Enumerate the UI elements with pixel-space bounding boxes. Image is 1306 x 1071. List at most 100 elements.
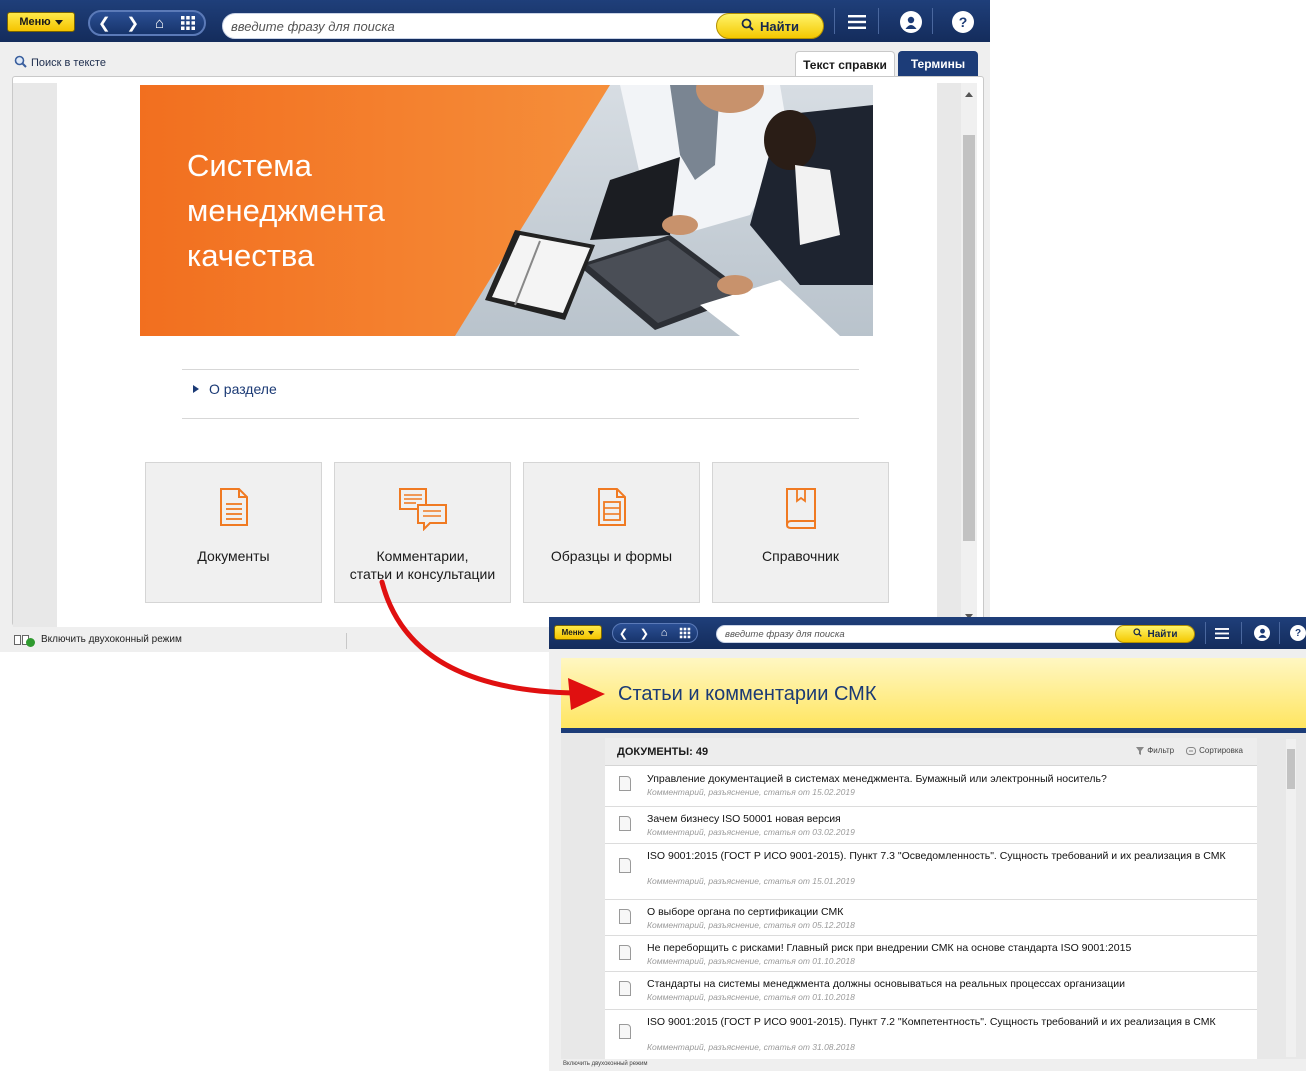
- list-tools: Фильтр Сортировка: [1136, 746, 1243, 755]
- dual-window-toggle[interactable]: Включить двухоконный режим: [14, 634, 182, 647]
- list-menu-icon[interactable]: [843, 10, 871, 34]
- search-input[interactable]: [725, 628, 1155, 640]
- home-icon[interactable]: ⌂: [155, 15, 164, 32]
- toolbar-divider: [878, 8, 879, 34]
- sort-icon: [1186, 746, 1197, 755]
- find-button[interactable]: Найти: [1115, 625, 1195, 643]
- card-reference[interactable]: Справочник: [712, 462, 889, 603]
- document-title[interactable]: Управление документацией в системах мене…: [647, 773, 1237, 785]
- user-icon[interactable]: [1251, 624, 1273, 642]
- card-documents[interactable]: Документы: [145, 462, 322, 603]
- dual-window-icon: [14, 634, 35, 647]
- dual-window-label[interactable]: Включить двухоконный режим: [563, 1061, 648, 1067]
- document-row[interactable]: Стандарты на системы менеджмента должны …: [605, 972, 1257, 1010]
- scroll-up-icon[interactable]: [965, 92, 973, 97]
- divider: [182, 418, 859, 419]
- banner-title: Система менеджмента качества: [187, 143, 487, 278]
- toolbar-divider: [1279, 622, 1280, 644]
- magnifier-icon: [1132, 628, 1142, 640]
- red-arrow-annotation: [379, 579, 605, 710]
- page-column: Система менеджмента качества О разделе Д…: [57, 83, 937, 627]
- filter-button[interactable]: Фильтр: [1136, 746, 1174, 755]
- card-label: Справочник: [762, 548, 839, 564]
- back-arrow-icon[interactable]: ❮: [98, 14, 111, 32]
- help-icon[interactable]: ?: [1289, 624, 1306, 642]
- comments-icon: [398, 487, 448, 536]
- toolbar-divider: [932, 8, 933, 34]
- tab-terms[interactable]: Термины: [898, 51, 978, 77]
- scrollbar-thumb[interactable]: [1287, 749, 1295, 789]
- grid-icon[interactable]: [180, 15, 196, 31]
- document-meta: Комментарий, разъяснение, статья от 15.0…: [647, 787, 855, 797]
- content-panel: Система менеджмента качества О разделе Д…: [12, 76, 984, 627]
- vertical-scrollbar[interactable]: [961, 83, 977, 623]
- menu-label: Меню: [19, 16, 51, 28]
- document-title[interactable]: Стандарты на системы менеджмента должны …: [647, 978, 1237, 990]
- grid-icon[interactable]: [679, 627, 691, 639]
- document-title[interactable]: ISO 9001:2015 (ГОСТ Р ИСО 9001-2015). Пу…: [647, 850, 1237, 862]
- document-row[interactable]: О выборе органа по сертификации СМК Комм…: [605, 900, 1257, 936]
- document-row[interactable]: Зачем бизнесу ISO 50001 новая версия Ком…: [605, 807, 1257, 844]
- chevron-down-icon: [54, 19, 63, 25]
- document-icon: [619, 816, 631, 831]
- search-field[interactable]: [716, 625, 1156, 643]
- status-bar: Включить двухоконный режим: [549, 1059, 1306, 1071]
- document-title[interactable]: Зачем бизнесу ISO 50001 новая версия: [647, 813, 1237, 825]
- text-search-label: Поиск в тексте: [31, 57, 106, 69]
- sort-label: Сортировка: [1199, 746, 1243, 755]
- document-title[interactable]: ISO 9001:2015 (ГОСТ Р ИСО 9001-2015). Пу…: [647, 1016, 1237, 1028]
- scrollbar-thumb[interactable]: [963, 135, 975, 541]
- navigation-group: ❮ ❯ ⌂: [612, 623, 698, 643]
- banner-title-line: Система: [187, 148, 312, 183]
- document-row[interactable]: ISO 9001:2015 (ГОСТ Р ИСО 9001-2015). Пу…: [605, 844, 1257, 900]
- document-row[interactable]: Управление документацией в системах мене…: [605, 767, 1257, 807]
- forms-icon: [597, 487, 627, 532]
- document-meta: Комментарий, разъяснение, статья от 31.0…: [647, 1042, 855, 1052]
- document-icon: [619, 776, 631, 791]
- help-icon[interactable]: ?: [950, 11, 976, 33]
- document-icon: [619, 945, 631, 960]
- status-divider: [346, 633, 347, 649]
- document-row[interactable]: ISO 9001:2015 (ГОСТ Р ИСО 9001-2015). Пу…: [605, 1010, 1257, 1059]
- top-toolbar: Меню ❮ ❯ ⌂ Найти ?: [0, 0, 990, 42]
- left-gutter: [13, 83, 57, 627]
- expand-triangle-icon: [193, 385, 199, 393]
- back-arrow-icon[interactable]: ❮: [619, 627, 628, 640]
- find-button[interactable]: Найти: [716, 13, 824, 39]
- main-window: Меню ❮ ❯ ⌂ Найти ?: [0, 0, 990, 652]
- forward-arrow-icon[interactable]: ❯: [640, 627, 649, 640]
- text-search-link[interactable]: Поиск в тексте: [14, 55, 106, 71]
- document-meta: Комментарий, разъяснение, статья от 01.1…: [647, 992, 855, 1002]
- book-icon: [784, 487, 818, 534]
- menu-button[interactable]: Меню: [7, 12, 75, 32]
- banner-title-line: качества: [187, 238, 315, 273]
- document-meta: Комментарий, разъяснение, статья от 15.0…: [647, 876, 855, 886]
- filter-label: Фильтр: [1147, 746, 1175, 755]
- forward-arrow-icon[interactable]: ❯: [126, 14, 139, 32]
- find-label: Найти: [1147, 628, 1178, 640]
- dual-window-label: Включить двухоконный режим: [41, 634, 182, 645]
- sub-toolbar: Поиск в тексте Текст справки Термины: [0, 42, 990, 77]
- documents-panel: ДОКУМЕНТЫ: 49 Фильтр Сортировка Управлен…: [561, 733, 1306, 1059]
- documents-count: ДОКУМЕНТЫ: 49: [617, 746, 709, 758]
- user-icon[interactable]: [898, 11, 924, 33]
- section-banner: Система менеджмента качества: [140, 85, 873, 336]
- document-title[interactable]: О выборе органа по сертификации СМК: [647, 906, 1237, 918]
- banner-title-line: менеджмента: [187, 193, 385, 228]
- list-menu-icon[interactable]: [1211, 624, 1233, 642]
- vertical-scrollbar[interactable]: [1286, 739, 1296, 1057]
- magnifier-icon: [14, 55, 27, 71]
- find-label: Найти: [760, 18, 799, 34]
- document-row[interactable]: Не переборщить с рисками! Главный риск п…: [605, 936, 1257, 972]
- documents-list: ДОКУМЕНТЫ: 49 Фильтр Сортировка Управлен…: [605, 738, 1257, 1059]
- sort-button[interactable]: Сортировка: [1186, 746, 1243, 755]
- documents-list-header: ДОКУМЕНТЫ: 49 Фильтр Сортировка: [605, 738, 1257, 766]
- document-icon: [619, 858, 631, 873]
- document-meta: Комментарий, разъяснение, статья от 03.0…: [647, 827, 855, 837]
- tab-help-text[interactable]: Текст справки: [795, 51, 895, 77]
- magnifier-icon: [741, 18, 754, 34]
- about-section-link[interactable]: О разделе: [193, 381, 277, 397]
- home-icon[interactable]: ⌂: [661, 627, 668, 639]
- second-window: Меню ❮ ❯ ⌂ Найти ?: [549, 617, 1306, 1071]
- document-title[interactable]: Не переборщить с рисками! Главный риск п…: [647, 942, 1237, 954]
